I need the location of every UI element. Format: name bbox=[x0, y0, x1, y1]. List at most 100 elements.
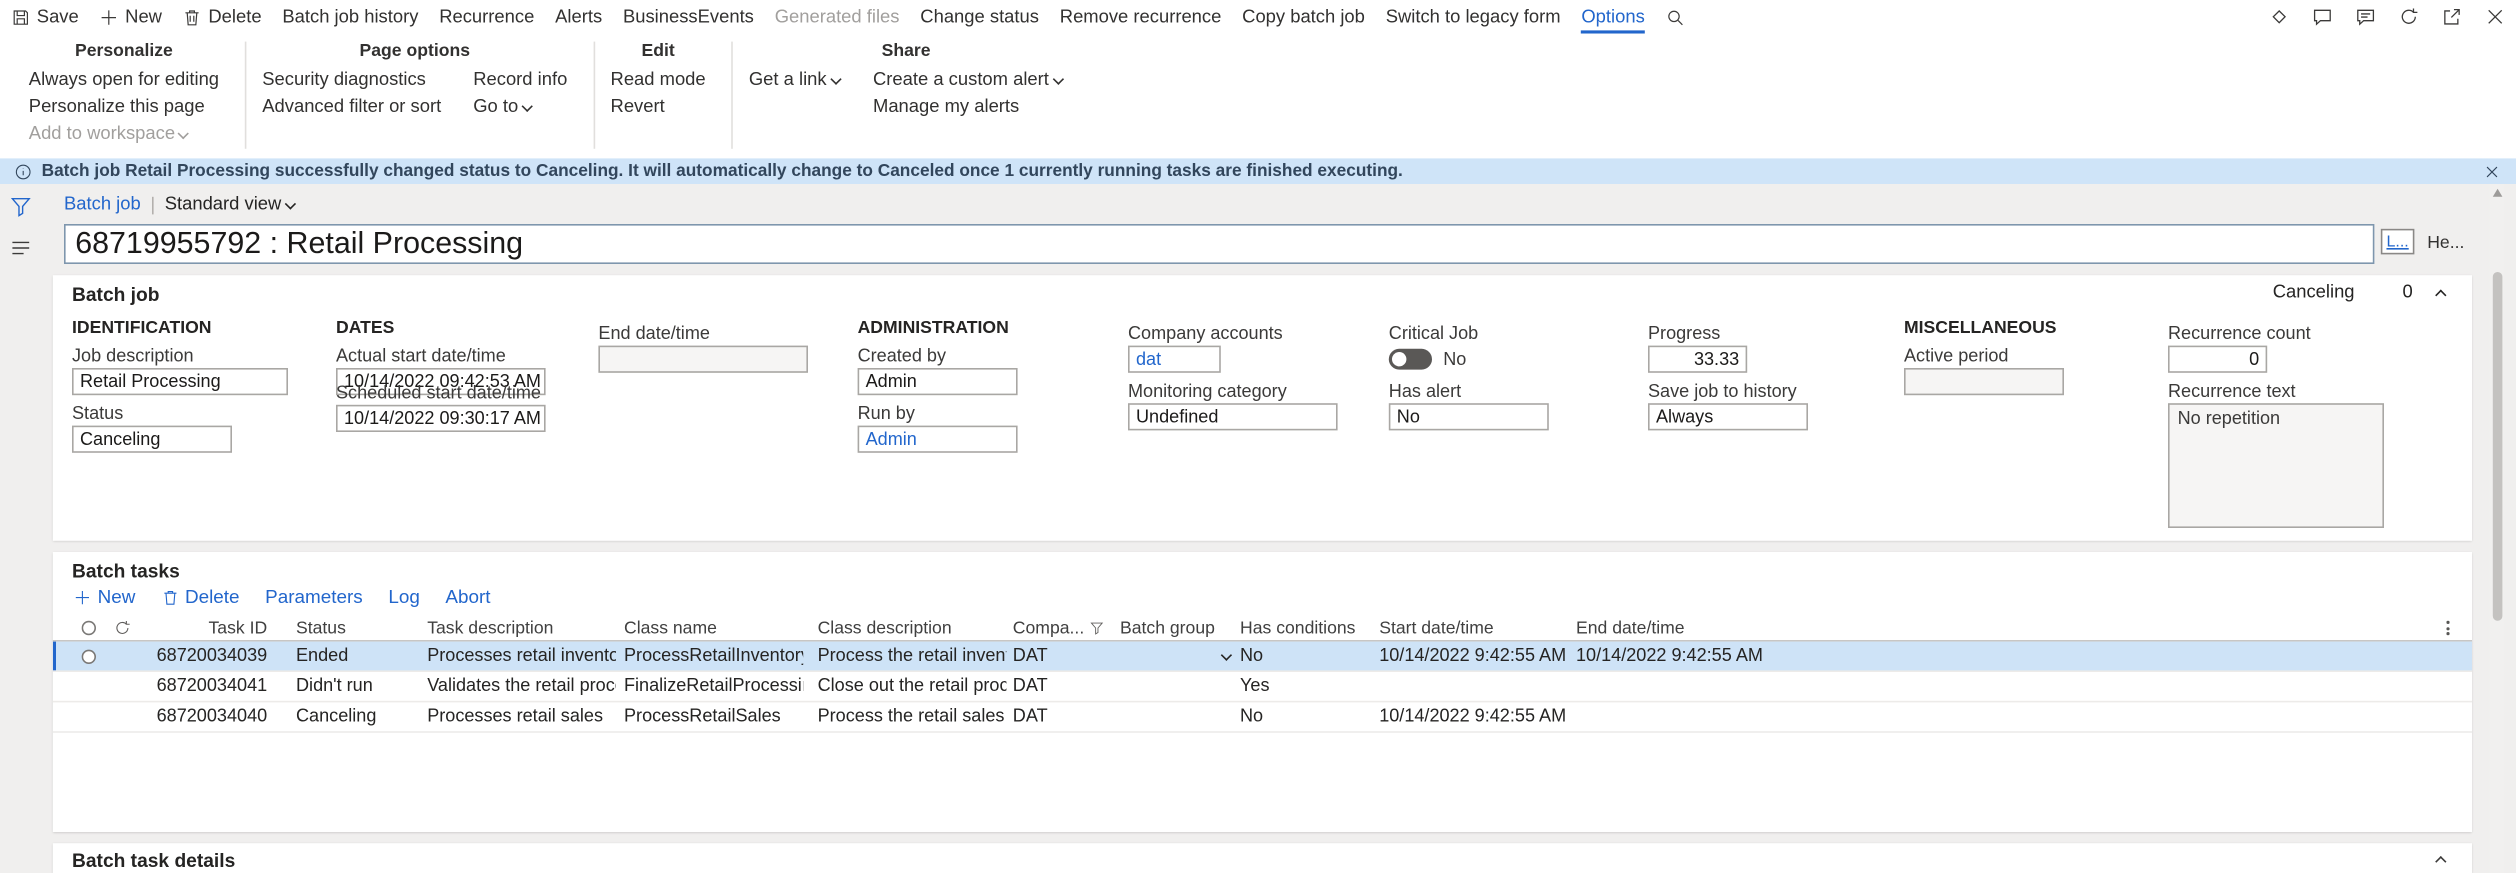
search-commands-button[interactable] bbox=[1666, 0, 1685, 34]
go-to-button[interactable]: Go to bbox=[473, 98, 567, 117]
collapse-section-icon[interactable] bbox=[2435, 855, 2447, 868]
always-open-for-editing-button[interactable]: Always open for editing bbox=[29, 70, 219, 89]
business-events-button[interactable]: BusinessEvents bbox=[623, 0, 754, 34]
column-header-company[interactable]: Compa... bbox=[1013, 616, 1112, 640]
lines-button[interactable]: L... bbox=[2380, 228, 2415, 255]
filter-pane-icon[interactable] bbox=[10, 195, 32, 217]
run-by-input[interactable]: Admin bbox=[857, 425, 1018, 453]
revert-button[interactable]: Revert bbox=[611, 98, 706, 117]
breadcrumb-batch-job-link[interactable]: Batch job bbox=[64, 195, 141, 214]
refresh-column-icon[interactable] bbox=[114, 616, 140, 640]
new-button[interactable]: New bbox=[100, 0, 162, 34]
cell-company[interactable]: DAT bbox=[1013, 672, 1103, 701]
table-row[interactable]: 68720034041 Didn't run Validates the ret… bbox=[52, 672, 2472, 703]
job-description-input[interactable]: Retail Processing bbox=[72, 368, 288, 396]
refresh-icon[interactable] bbox=[2397, 6, 2419, 28]
column-header-task-description[interactable]: Task description bbox=[427, 616, 616, 640]
cell-company[interactable]: DAT bbox=[1013, 642, 1103, 671]
cell-batch-group[interactable] bbox=[1120, 702, 1232, 731]
cell-start[interactable]: 10/14/2022 9:42:55 AM bbox=[1379, 642, 1568, 671]
cell-status[interactable]: Ended bbox=[296, 642, 421, 671]
personalize-this-page-button[interactable]: Personalize this page bbox=[29, 98, 219, 117]
select-all-radio[interactable] bbox=[81, 616, 108, 640]
cell-company[interactable]: DAT bbox=[1013, 702, 1103, 731]
has-alert-input[interactable]: No bbox=[1388, 403, 1549, 431]
cell-task-description[interactable]: Processes retail sales bbox=[427, 702, 616, 731]
cell-has-conditions[interactable]: No bbox=[1240, 642, 1371, 671]
cell-end[interactable]: 10/14/2022 9:42:55 AM bbox=[1576, 642, 1765, 671]
kebab-icon[interactable] bbox=[2446, 616, 2465, 640]
delete-button[interactable]: Delete bbox=[183, 0, 262, 34]
cell-end[interactable] bbox=[1576, 672, 1765, 701]
column-header-batch-group[interactable]: Batch group bbox=[1120, 616, 1232, 640]
recurrence-count-input[interactable]: 0 bbox=[2168, 345, 2268, 373]
progress-input[interactable]: 33.33 bbox=[1648, 345, 1748, 373]
column-header-start[interactable]: Start date/time bbox=[1379, 616, 1568, 640]
page-scrollbar[interactable] bbox=[2489, 184, 2504, 873]
created-by-input[interactable]: Admin bbox=[857, 368, 1018, 396]
header-button[interactable]: He... bbox=[2427, 234, 2464, 253]
add-to-workspace-button[interactable]: Add to workspace bbox=[29, 125, 219, 144]
row-radio[interactable] bbox=[81, 642, 108, 671]
advanced-filter-or-sort-button[interactable]: Advanced filter or sort bbox=[262, 98, 441, 117]
close-icon[interactable] bbox=[2483, 6, 2505, 28]
record-info-button[interactable]: Record info bbox=[473, 70, 567, 89]
cell-batch-group[interactable] bbox=[1120, 642, 1232, 671]
save-job-to-history-input[interactable]: Always bbox=[1648, 403, 1808, 431]
popout-icon[interactable] bbox=[2440, 6, 2462, 28]
table-row[interactable]: 68720034040 Canceling Processes retail s… bbox=[52, 702, 2472, 733]
cell-class-name[interactable]: FinalizeRetailProcessing bbox=[624, 672, 803, 701]
copilot-icon[interactable] bbox=[2267, 6, 2289, 28]
feedback-icon[interactable] bbox=[2354, 6, 2376, 28]
tasks-delete-button[interactable]: Delete bbox=[161, 586, 240, 608]
cell-class-name[interactable]: ProcessRetailInventory bbox=[624, 642, 803, 671]
options-tab[interactable]: Options bbox=[1581, 0, 1645, 34]
recurrence-button[interactable]: Recurrence bbox=[439, 0, 534, 34]
remove-recurrence-button[interactable]: Remove recurrence bbox=[1060, 0, 1222, 34]
cell-task-id[interactable]: 68720034040 bbox=[146, 702, 268, 731]
record-title-field[interactable]: 68719955792 : Retail Processing bbox=[64, 224, 2375, 264]
chat-icon[interactable] bbox=[2310, 6, 2332, 28]
table-row[interactable]: 68720034039 Ended Processes retail inven… bbox=[52, 641, 2472, 672]
batch-job-history-button[interactable]: Batch job history bbox=[282, 0, 418, 34]
recurrence-text-area[interactable]: No repetition bbox=[2168, 403, 2384, 528]
tasks-parameters-button[interactable]: Parameters bbox=[265, 586, 363, 608]
cell-task-description[interactable]: Processes retail inventory bbox=[427, 642, 616, 671]
column-header-class-name[interactable]: Class name bbox=[624, 616, 803, 640]
tasks-log-button[interactable]: Log bbox=[388, 586, 420, 608]
monitoring-category-input[interactable]: Undefined bbox=[1128, 403, 1338, 431]
cell-batch-group[interactable] bbox=[1120, 672, 1232, 701]
security-diagnostics-button[interactable]: Security diagnostics bbox=[262, 70, 441, 89]
cell-task-description[interactable]: Validates the retail process bbox=[427, 672, 616, 701]
cell-class-description[interactable]: Close out the retail proce... bbox=[818, 672, 1007, 701]
collapse-section-icon[interactable] bbox=[2435, 289, 2447, 301]
column-header-status[interactable]: Status bbox=[296, 616, 421, 640]
cell-status[interactable]: Canceling bbox=[296, 702, 421, 731]
cell-task-id[interactable]: 68720034039 bbox=[146, 642, 268, 671]
column-header-task-id[interactable]: Task ID bbox=[146, 616, 268, 640]
scheduled-start-input[interactable]: 10/14/2022 09:30:17 AM bbox=[336, 404, 546, 432]
cell-class-description[interactable]: Process the retail inventory bbox=[818, 642, 1007, 671]
manage-my-alerts-button[interactable]: Manage my alerts bbox=[873, 98, 1063, 117]
cell-status[interactable]: Didn't run bbox=[296, 672, 421, 701]
status-input[interactable]: Canceling bbox=[72, 425, 232, 453]
change-status-button[interactable]: Change status bbox=[920, 0, 1039, 34]
scroll-up-arrow-icon[interactable] bbox=[2492, 188, 2502, 197]
end-datetime-input[interactable] bbox=[598, 345, 808, 373]
save-button[interactable]: Save bbox=[11, 0, 79, 34]
tasks-new-button[interactable]: New bbox=[74, 586, 135, 608]
active-period-input[interactable] bbox=[1904, 368, 2064, 396]
column-header-class-description[interactable]: Class description bbox=[818, 616, 1007, 640]
cell-class-description[interactable]: Process the retail sales bbox=[818, 702, 1007, 731]
cell-class-name[interactable]: ProcessRetailSales bbox=[624, 702, 803, 731]
critical-job-toggle[interactable] bbox=[1388, 348, 1432, 370]
cell-task-id[interactable]: 68720034041 bbox=[146, 672, 268, 701]
scrollbar-thumb[interactable] bbox=[2492, 272, 2502, 621]
copy-batch-job-button[interactable]: Copy batch job bbox=[1242, 0, 1365, 34]
alerts-button[interactable]: Alerts bbox=[555, 0, 602, 34]
cell-start[interactable] bbox=[1379, 672, 1568, 701]
cell-has-conditions[interactable]: Yes bbox=[1240, 672, 1371, 701]
list-pane-icon[interactable] bbox=[10, 237, 32, 259]
cell-end[interactable] bbox=[1576, 702, 1765, 731]
company-accounts-input[interactable]: dat bbox=[1128, 345, 1221, 373]
